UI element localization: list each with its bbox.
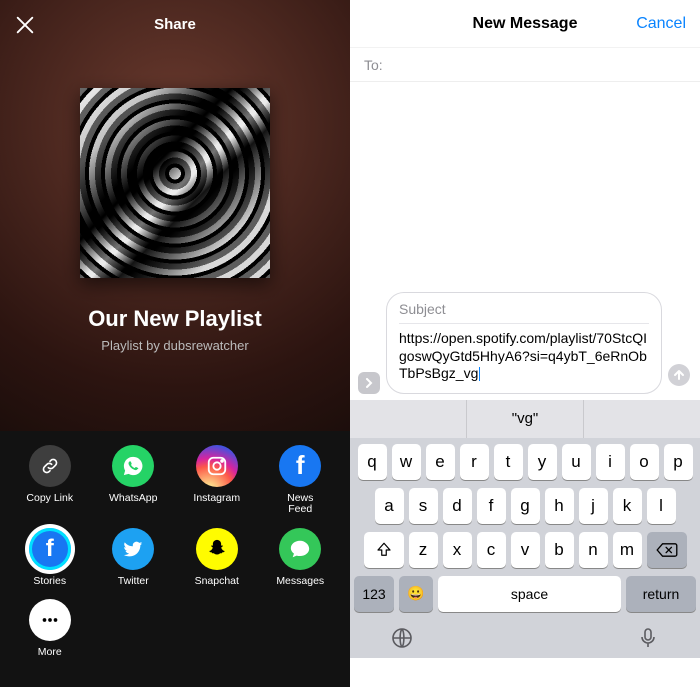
key-p[interactable]: p [664,444,693,480]
text-cursor [479,367,480,381]
playlist-subtitle: Playlist by dubsrewatcher [101,338,248,353]
share-item-label: More [38,647,62,659]
share-instagram[interactable]: Instagram [175,445,259,516]
spotify-share-panel: Share Our New Playlist Playlist by dubsr… [0,0,350,687]
more-icon [29,599,71,641]
compose-title: New Message [473,15,578,33]
key-space[interactable]: space [438,576,621,612]
close-icon[interactable] [14,14,36,36]
key-a[interactable]: a [375,488,404,524]
message-text-input[interactable]: https://open.spotify.com/playlist/70StcQ… [399,330,649,383]
share-facebook-feed[interactable]: f News Feed [259,445,343,516]
key-emoji[interactable]: 😀 [399,576,433,612]
playlist-cover [80,88,270,278]
predictive-bar: "vg" [350,400,700,438]
key-q[interactable]: q [358,444,387,480]
key-numbers[interactable]: 123 [354,576,394,612]
key-m[interactable]: m [613,532,642,568]
key-w[interactable]: w [392,444,421,480]
prediction-slot[interactable] [584,400,700,438]
key-o[interactable]: o [630,444,659,480]
globe-icon[interactable] [390,626,414,650]
key-i[interactable]: i [596,444,625,480]
key-c[interactable]: c [477,532,506,568]
twitter-icon [112,528,154,570]
share-item-label: Twitter [118,576,149,588]
prediction-slot[interactable] [350,400,467,438]
share-grid: Copy Link WhatsApp Instagram f News Feed… [0,431,350,687]
share-header: Share [0,0,350,48]
key-u[interactable]: u [562,444,591,480]
key-j[interactable]: j [579,488,608,524]
key-n[interactable]: n [579,532,608,568]
key-shift[interactable] [364,532,404,568]
key-d[interactable]: d [443,488,472,524]
facebook-icon: f [279,445,321,487]
key-l[interactable]: l [647,488,676,524]
key-z[interactable]: z [409,532,438,568]
key-k[interactable]: k [613,488,642,524]
instagram-icon [196,445,238,487]
share-copy-link[interactable]: Copy Link [8,445,92,516]
key-row-3: z x c v b n m [354,532,696,568]
share-facebook-stories[interactable]: f Stories [8,528,92,588]
share-item-label: WhatsApp [109,493,157,505]
key-x[interactable]: x [443,532,472,568]
key-s[interactable]: s [409,488,438,524]
key-r[interactable]: r [460,444,489,480]
message-input-bubble[interactable]: Subject https://open.spotify.com/playlis… [386,292,662,394]
key-return[interactable]: return [626,576,696,612]
to-field[interactable]: To: [350,48,700,82]
key-t[interactable]: t [494,444,523,480]
share-snapchat[interactable]: Snapchat [175,528,259,588]
share-item-label: Instagram [193,493,240,505]
key-f[interactable]: f [477,488,506,524]
link-icon [29,445,71,487]
snapchat-icon [196,528,238,570]
keyboard: q w e r t y u i o p a s d f g h j k l [350,438,700,658]
share-twitter[interactable]: Twitter [92,528,176,588]
prediction-slot[interactable]: "vg" [467,400,584,438]
share-more[interactable]: More [8,599,92,659]
message-body-area[interactable] [350,82,700,292]
key-g[interactable]: g [511,488,540,524]
key-v[interactable]: v [511,532,540,568]
key-backspace[interactable] [647,532,687,568]
share-whatsapp[interactable]: WhatsApp [92,445,176,516]
cancel-button[interactable]: Cancel [636,15,686,33]
share-content: Our New Playlist Playlist by dubsrewatch… [0,88,350,353]
whatsapp-icon [112,445,154,487]
to-label: To: [364,57,383,73]
share-title: Share [154,16,196,33]
share-item-label: Stories [33,576,66,588]
share-item-label: News Feed [287,493,313,516]
share-item-label: Messages [276,576,324,588]
dictation-icon[interactable] [636,626,660,650]
key-h[interactable]: h [545,488,574,524]
messages-icon [279,528,321,570]
share-messages[interactable]: Messages [259,528,343,588]
key-b[interactable]: b [545,532,574,568]
share-item-label: Snapchat [195,576,239,588]
stories-icon: f [29,528,71,570]
messages-compose-panel: New Message Cancel To: Subject https://o… [350,0,700,687]
key-row-4: 123 😀 space return [354,576,696,612]
key-row-1: q w e r t y u i o p [354,444,696,480]
key-e[interactable]: e [426,444,455,480]
share-item-label: Copy Link [26,493,73,505]
send-button[interactable] [668,364,690,386]
key-row-2: a s d f g h j k l [354,488,696,524]
apps-expand-button[interactable] [358,372,380,394]
compose-header: New Message Cancel [350,0,700,48]
key-y[interactable]: y [528,444,557,480]
subject-input[interactable]: Subject [399,301,649,324]
playlist-title: Our New Playlist [88,306,262,332]
